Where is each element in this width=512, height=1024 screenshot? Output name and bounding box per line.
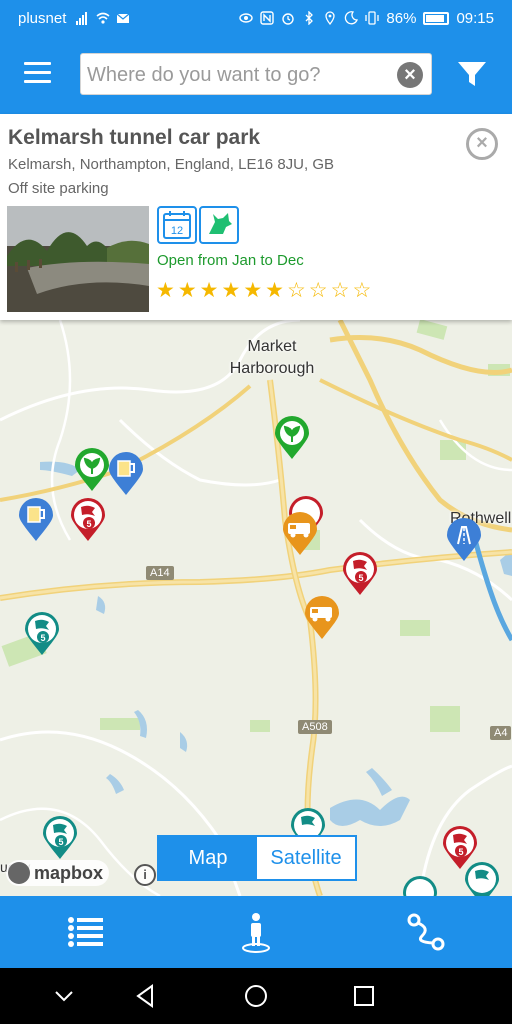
pin-pub-blue[interactable] — [108, 452, 144, 496]
pin-flag-teal[interactable]: 5 — [42, 816, 78, 860]
person-location-icon[interactable] — [234, 910, 278, 954]
hamburger-menu-icon[interactable] — [24, 62, 54, 86]
pin-number: 5 — [40, 633, 45, 643]
status-bar: plusnet 86% 09:15 — [0, 0, 512, 36]
hide-keyboard-icon[interactable] — [48, 980, 80, 1012]
mapbox-icon — [8, 862, 30, 884]
pin-campervan-orange[interactable] — [282, 512, 318, 556]
signal-icons — [76, 11, 130, 25]
mail-icon — [116, 13, 130, 23]
town-label-line2: Harborough — [229, 360, 315, 377]
pin-pub-blue[interactable] — [18, 498, 54, 542]
pin-campsite-green[interactable] — [274, 416, 310, 460]
mapbox-logo[interactable]: mapbox — [6, 860, 110, 886]
bluetooth-icon — [305, 11, 314, 25]
map-toggle-button[interactable]: Map — [159, 837, 257, 879]
star-empty-icon: ☆ — [308, 279, 331, 302]
home-icon[interactable] — [240, 980, 272, 1012]
pin-flag-teal[interactable] — [464, 862, 500, 896]
pin-campervan-orange[interactable] — [304, 596, 340, 640]
back-icon[interactable] — [130, 980, 162, 1012]
mapbox-wordmark: mapbox — [34, 862, 104, 883]
calendar-day: 12 — [171, 225, 183, 237]
map-view[interactable]: Market Harborough Rothwell ugby A14 A508… — [0, 320, 512, 896]
star-empty-icon: ☆ — [286, 279, 309, 302]
eye-icon — [239, 13, 254, 23]
map-base — [0, 320, 512, 896]
moon-icon — [345, 11, 359, 25]
star-filled-icon: ★ — [243, 279, 266, 302]
place-card[interactable]: Kelmarsh tunnel car park Kelmarsh, North… — [0, 114, 512, 320]
dog-icon — [199, 206, 239, 244]
clock: 09:15 — [456, 9, 494, 27]
star-empty-icon: ☆ — [330, 279, 353, 302]
recents-icon[interactable] — [348, 980, 380, 1012]
info-icon[interactable]: i — [134, 864, 156, 886]
star-empty-icon: ☆ — [352, 279, 375, 302]
place-address: Kelmarsh, Northampton, England, LE16 8JU… — [8, 156, 335, 173]
search-box: × — [80, 53, 432, 95]
location-icon — [325, 11, 336, 25]
signal-icon — [76, 12, 88, 25]
star-filled-icon: ★ — [156, 279, 178, 302]
place-type: Off site parking — [8, 180, 109, 197]
battery-icon — [423, 11, 450, 25]
system-nav-bar — [0, 968, 512, 1024]
pin-campsite-green[interactable] — [74, 448, 110, 492]
pin-flag-teal[interactable]: 5 — [24, 612, 60, 656]
town-label-line1: Market — [247, 338, 297, 355]
clear-search-icon[interactable]: × — [397, 62, 423, 88]
vibrate-icon — [365, 11, 380, 25]
pin-flag-red[interactable]: 5 — [70, 498, 106, 542]
star-filled-icon: ★ — [265, 279, 287, 302]
pin-motorway-blue[interactable] — [446, 518, 482, 562]
calendar-icon: 12 — [157, 206, 197, 244]
filter-funnel-icon[interactable] — [456, 58, 488, 90]
nfc-icon — [260, 11, 275, 25]
town-label-market-harborough: Market Harborough — [214, 336, 330, 380]
star-filled-icon: ★ — [221, 279, 244, 302]
battery-percent: 86% — [386, 9, 417, 27]
pin-number: 5 — [86, 519, 91, 529]
app-bar: × — [0, 36, 512, 114]
pin-number: 5 — [358, 573, 363, 583]
place-photo-image — [7, 206, 149, 312]
star-rating: ★★★★★★☆☆☆☆ — [156, 278, 374, 303]
place-photo[interactable] — [7, 206, 149, 312]
pin-number: 5 — [58, 837, 63, 847]
road-label-edge: A4 — [490, 726, 512, 740]
route-icon[interactable] — [404, 910, 448, 954]
road-label-a14: A14 — [146, 566, 174, 580]
satellite-toggle-button[interactable]: Satellite — [257, 837, 355, 879]
search-input[interactable] — [87, 60, 387, 90]
place-title: Kelmarsh tunnel car park — [8, 126, 261, 149]
pin-flag-teal[interactable] — [402, 876, 438, 896]
road-label-a508: A508 — [298, 720, 332, 734]
star-filled-icon: ★ — [199, 279, 222, 302]
list-icon[interactable] — [64, 910, 108, 954]
wifi-icon — [96, 12, 110, 24]
map-type-toggle: Map Satellite — [157, 835, 357, 881]
alarm-icon — [282, 13, 295, 25]
close-card-icon[interactable]: × — [466, 128, 498, 160]
bottom-nav-bar — [0, 896, 512, 968]
star-filled-icon: ★ — [177, 279, 200, 302]
pin-flag-red[interactable]: 5 — [342, 552, 378, 596]
opening-times: Open from Jan to Dec — [157, 252, 304, 269]
pin-number: 5 — [458, 847, 463, 857]
carrier-name: plusnet — [18, 9, 67, 27]
